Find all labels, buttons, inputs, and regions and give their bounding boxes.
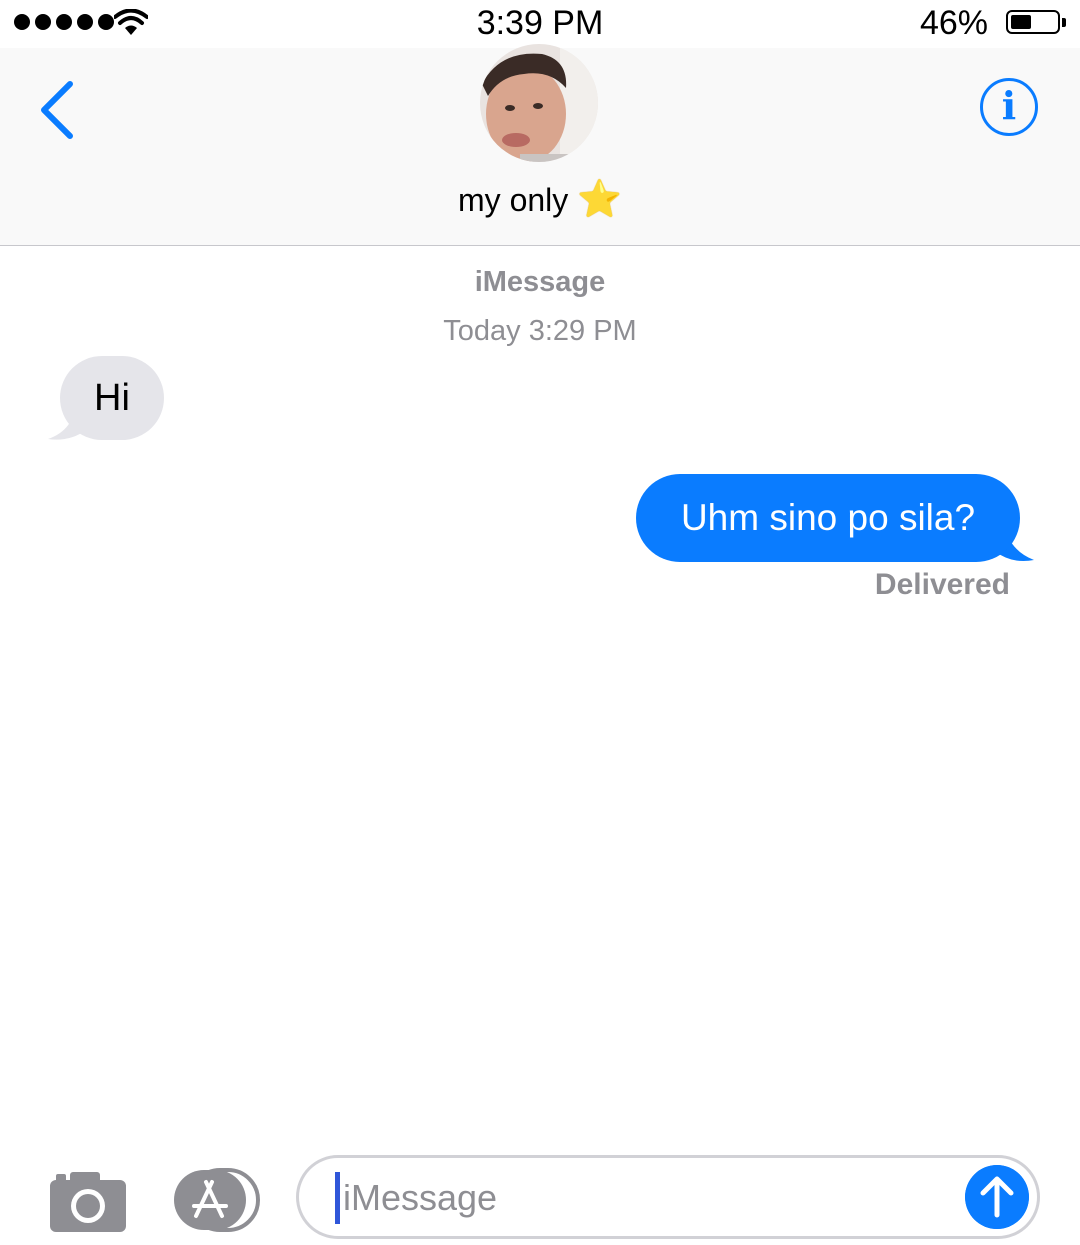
- battery-percentage: 46%: [919, 4, 988, 42]
- contact-name-text: my only: [458, 182, 569, 218]
- message-field[interactable]: [296, 1155, 1040, 1239]
- message-input[interactable]: [343, 1168, 943, 1228]
- battery-icon: [1006, 10, 1066, 34]
- service-label: iMessage: [474, 266, 606, 298]
- message-text: Hi: [94, 376, 130, 419]
- camera-icon[interactable]: [50, 1170, 126, 1232]
- contact-avatar[interactable]: [480, 44, 598, 162]
- star-emoji: ⭐: [577, 178, 622, 219]
- info-icon: i: [1001, 83, 1017, 128]
- info-button[interactable]: i: [980, 78, 1038, 136]
- status-time: 3:39 PM: [476, 4, 604, 42]
- message-text: Uhm sino po sila?: [680, 497, 976, 538]
- text-caret: [335, 1172, 340, 1224]
- contact-name[interactable]: my only ⭐: [0, 178, 1080, 220]
- back-chevron-icon[interactable]: [34, 78, 82, 142]
- thread-timestamp: Today 3:29 PM: [443, 315, 637, 347]
- send-arrow-icon[interactable]: [965, 1165, 1029, 1229]
- status-bar: 3:39 PM 46%: [0, 0, 1080, 48]
- app-store-icon[interactable]: [172, 1168, 260, 1232]
- compose-bar: [0, 1140, 1080, 1245]
- delivery-status: Delivered: [874, 568, 1010, 601]
- outgoing-message-bubble[interactable]: Uhm sino po sila?: [636, 474, 1020, 562]
- conversation-header: my only ⭐ i: [0, 44, 1080, 246]
- incoming-message-bubble[interactable]: Hi: [60, 356, 164, 440]
- battery-fill: [1011, 15, 1031, 29]
